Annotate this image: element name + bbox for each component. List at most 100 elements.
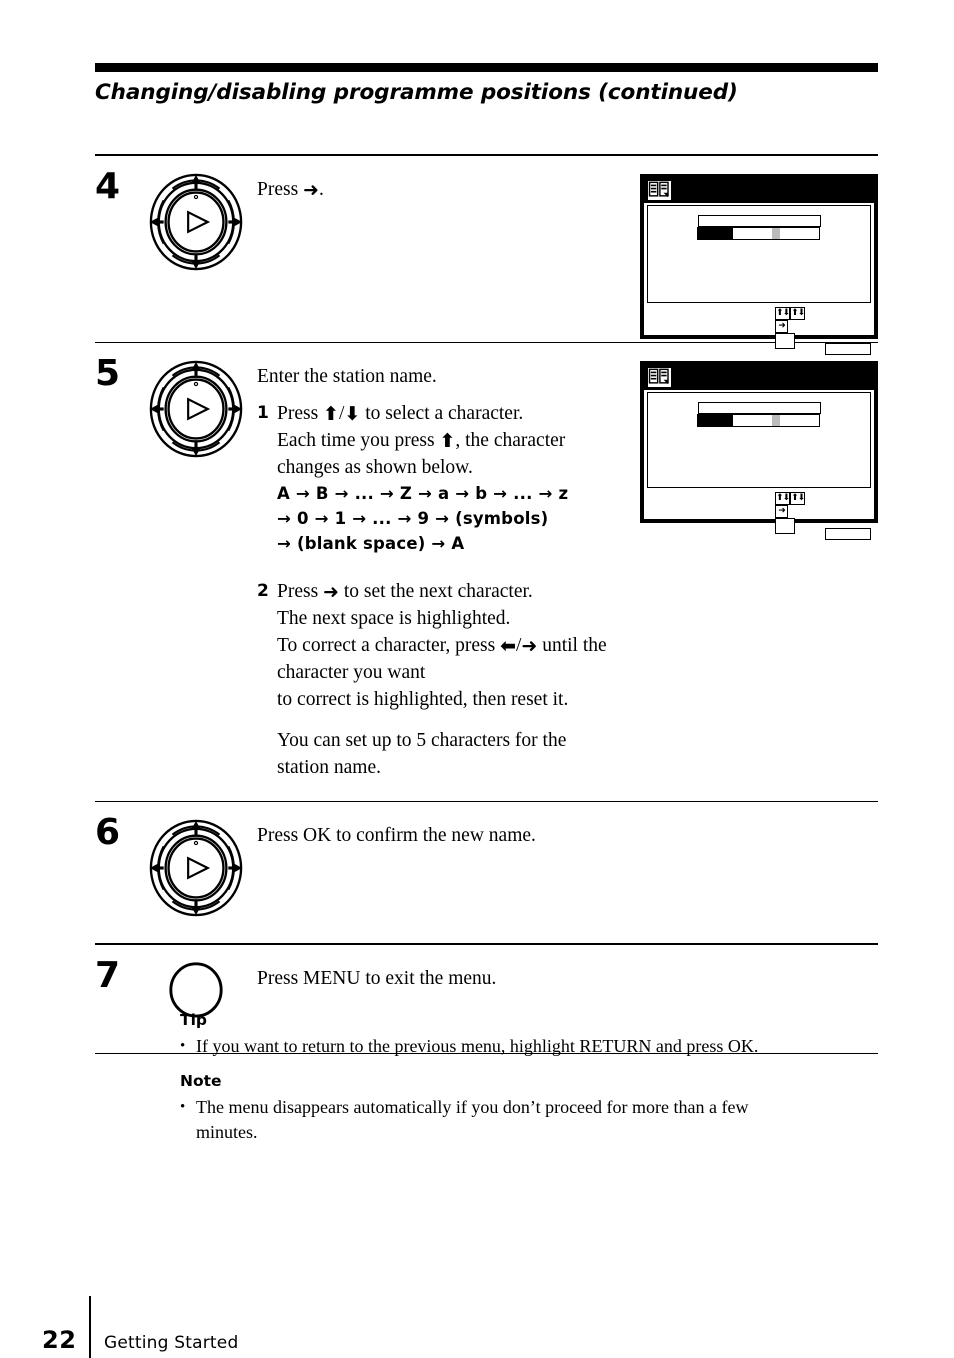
osd-screen: ⬆⬇ ⬆⬇ ➜ — [640, 173, 878, 355]
step-text: Press OK to confirm the new name. — [257, 802, 878, 859]
nav-hint-updown-right: ⬆⬇ — [790, 492, 805, 506]
step-text: Press ➜. — [257, 156, 633, 213]
substeps: 1 Press ⬆/⬇ to select a character. Each … — [257, 400, 619, 713]
line-tail: to select a character. — [360, 403, 524, 425]
header-rule — [95, 63, 878, 72]
line-head: To correct a character, press — [277, 635, 501, 657]
step-text: Enter the station name. 1 Press ⬆/⬇ to s… — [257, 343, 633, 801]
osd-cell-empty[interactable] — [780, 415, 820, 427]
substep-text: Press ➜ to set the next character. The n… — [277, 578, 619, 713]
character-sequence-line-3: → (blank space) → A — [277, 534, 465, 554]
nav-hint-updown-left: ⬆⬇ — [775, 306, 790, 320]
step-number: 5 — [95, 353, 121, 395]
osd-character-row[interactable] — [697, 414, 821, 428]
dpad-icon — [149, 173, 243, 270]
right-arrow-icon: ➜ — [778, 506, 785, 517]
nav-hint-right: ➜ — [775, 319, 788, 333]
substep-line-3: changes as shown below. — [277, 457, 473, 479]
nav-hint-updown-left: ⬆⬇ — [775, 492, 790, 506]
note-bullet-row: • The menu disappears automatically if y… — [180, 1095, 880, 1145]
step5-closing-note: You can set up to 5 characters for the s… — [277, 730, 567, 779]
osd-cell-empty[interactable] — [733, 415, 773, 427]
page-number: 22 — [42, 1326, 77, 1354]
notes-section: Tip • If you want to return to the previ… — [180, 1008, 880, 1145]
right-arrow-icon: ➜ — [323, 581, 339, 604]
left-arrow-icon: ⬅ — [500, 635, 516, 658]
substep-line-1: Press ⬆/⬇ to select a character. — [277, 400, 619, 427]
press-word: Press — [277, 403, 324, 425]
tip-bullet-row: • If you want to return to the previous … — [180, 1034, 880, 1059]
dpad-icon — [149, 820, 243, 917]
step-5: 5 Enter the station name. 1 Press ⬆/⬇ to… — [95, 343, 878, 801]
character-sequence-line-1: A → B → ... → Z → a → b → ... → z — [277, 484, 569, 504]
substep-1: 1 Press ⬆/⬇ to select a character. Each … — [257, 400, 619, 556]
substep-number: 2 — [257, 581, 269, 602]
programme-list-icon — [647, 367, 672, 389]
section-name: Getting Started — [104, 1333, 239, 1353]
right-arrow-icon: ➜ — [303, 178, 319, 201]
substep-2: 2 Press ➜ to set the next character. The… — [257, 578, 619, 713]
osd-panel — [647, 204, 871, 303]
document-glyph — [648, 368, 669, 385]
dpad-control[interactable] — [135, 156, 257, 274]
osd-panel — [647, 392, 871, 489]
step-number: 6 — [95, 812, 121, 854]
character-sequence-line-2: → 0 → 1 → ... → 9 → (symbols) — [277, 509, 549, 529]
bullet-icon: • — [180, 1099, 186, 1115]
document-glyph — [648, 181, 669, 197]
step-6: 6 Press OK to confirm the new name. — [95, 802, 878, 943]
nav-hint-updown-right: ⬆⬇ — [790, 306, 805, 320]
up-arrow-icon: ⬆ — [323, 403, 339, 426]
osd-character-row[interactable] — [697, 226, 821, 240]
osd-preview-step5: ⬆⬇ ⬆⬇ ➜ — [633, 343, 878, 541]
dpad-icon — [149, 360, 243, 458]
line-tail: to set the next character. — [338, 581, 533, 603]
osd-cell-empty[interactable] — [780, 227, 820, 239]
substep2-line-4: to correct is highlighted, then reset it… — [277, 689, 569, 711]
dpad-control[interactable] — [135, 343, 257, 461]
period: . — [318, 178, 324, 200]
note-heading: Note — [180, 1072, 222, 1090]
substep-line-2: Each time you press ⬆, the character — [277, 427, 619, 454]
osd-fields — [648, 206, 870, 240]
osd-cell-empty[interactable] — [733, 227, 773, 239]
note-line-1: The menu disappears automatically if you… — [196, 1097, 749, 1117]
step-number: 4 — [95, 165, 121, 207]
osd-cell-selected[interactable] — [698, 227, 734, 239]
osd-return-button[interactable] — [825, 528, 871, 541]
updown-arrow-icon: ⬆⬇ — [791, 307, 805, 318]
updown-arrow-icon: ⬆⬇ — [776, 493, 790, 504]
nav-hint-blank — [775, 518, 795, 535]
step-text: Press MENU to exit the menu. — [257, 945, 878, 1002]
osd-cell-cursor[interactable] — [772, 227, 781, 239]
right-arrow-icon: ➜ — [778, 320, 785, 331]
osd-fields — [648, 393, 870, 428]
nav-hint-right: ➜ — [775, 505, 788, 519]
osd-footer: ⬆⬇ ⬆⬇ ➜ — [644, 488, 874, 542]
press-word: Press — [257, 178, 304, 200]
osd-cell-selected[interactable] — [698, 415, 734, 427]
osd-titlebar — [644, 177, 874, 203]
line-tail: , the character — [455, 430, 566, 452]
steps-container: 4 Press ➜. ⬆⬇ ⬆⬇ ➜ 5 Enter the station n… — [95, 154, 878, 1055]
osd-titlebar — [644, 365, 874, 391]
step-number: 7 — [95, 954, 121, 996]
osd-cell-cursor[interactable] — [772, 415, 781, 427]
footer-divider — [89, 1296, 91, 1358]
right-arrow-icon: ➜ — [521, 635, 538, 658]
note-line-2: minutes. — [196, 1122, 258, 1142]
bullet-icon: • — [180, 1038, 186, 1054]
step-instruction: Press ➜. — [257, 176, 633, 203]
osd-name-display — [697, 402, 821, 415]
osd-name-display — [697, 214, 821, 227]
osd-nav-hints: ⬆⬇ ⬆⬇ ➜ — [775, 492, 805, 535]
page-title: Changing/disabling programme positions (… — [95, 80, 738, 105]
tip-heading: Tip — [180, 1011, 207, 1029]
step-instruction: Press OK to confirm the new name. — [257, 825, 536, 847]
dpad-control[interactable] — [135, 802, 257, 920]
page-footer: 22 Getting Started — [42, 1286, 239, 1358]
substep2-line-2: The next space is highlighted. — [277, 608, 511, 630]
updown-arrow-icon: ⬆⬇ — [791, 493, 805, 504]
osd-screen: ⬆⬇ ⬆⬇ ➜ — [640, 361, 878, 541]
